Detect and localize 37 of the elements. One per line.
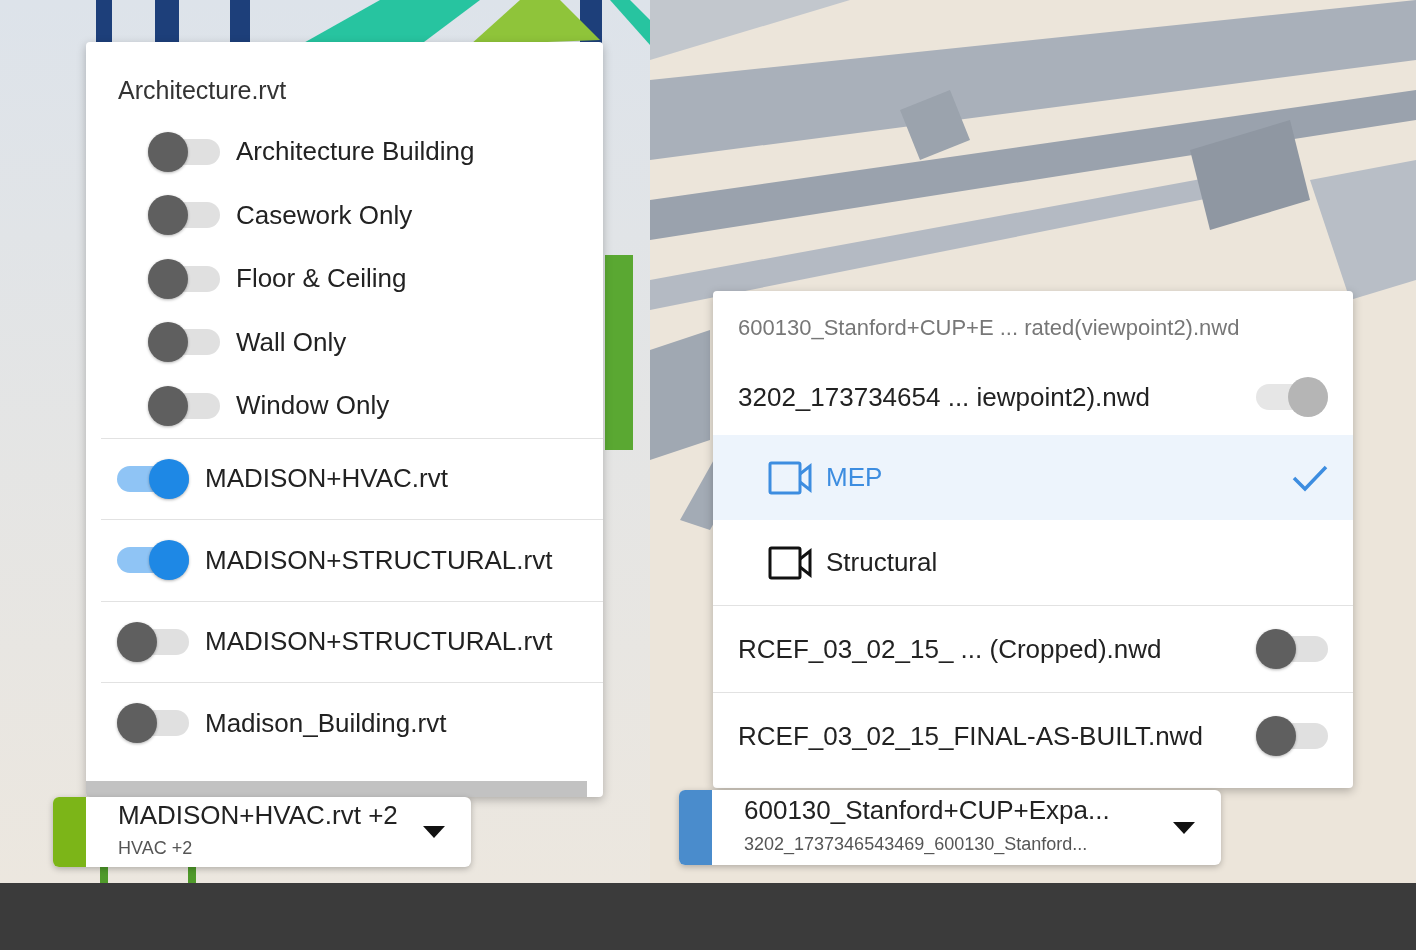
file-label: MADISON+HVAC.rvt bbox=[205, 462, 448, 496]
group-title: Architecture.rvt bbox=[117, 75, 288, 106]
scroll-bar[interactable] bbox=[86, 781, 587, 797]
layer-label: Window Only bbox=[236, 389, 390, 423]
toggle-switch[interactable] bbox=[117, 540, 189, 581]
selector-subtitle: 3202_1737346543469_600130_Stanford... bbox=[744, 832, 1089, 857]
file-label: MADISON+STRUCTURAL.rvt bbox=[205, 543, 553, 577]
layer-label: Architecture Building bbox=[236, 135, 475, 169]
layer-label: Casework Only bbox=[236, 198, 413, 232]
file-label: 3202_173734654 ... iewpoint2).nwd bbox=[738, 380, 1150, 414]
selector-title: MADISON+HVAC.rvt +2 bbox=[118, 801, 399, 830]
toggle-switch[interactable] bbox=[1256, 629, 1328, 669]
toggle-switch[interactable] bbox=[148, 385, 220, 426]
model-selector[interactable]: MADISON+HVAC.rvt +2 HVAC +2 bbox=[53, 797, 471, 867]
layer-label: Floor & Ceiling bbox=[236, 262, 407, 296]
toggle-switch[interactable] bbox=[117, 703, 189, 744]
toggle-switch[interactable] bbox=[148, 131, 220, 172]
selector-subtitle: HVAC +2 bbox=[118, 837, 194, 861]
layer-label: Wall Only bbox=[236, 325, 347, 359]
file-label: MADISON+STRUCTURAL.rvt bbox=[205, 625, 553, 659]
model-selector[interactable]: 600130_Stanford+CUP+Expa... 3202_1737346543469_600130_Stanford... bbox=[679, 790, 1221, 865]
checkmark-icon bbox=[1292, 463, 1328, 492]
toggle-switch[interactable] bbox=[117, 621, 189, 662]
caret-icon bbox=[1173, 821, 1195, 834]
caret-icon bbox=[423, 826, 445, 838]
toggle-switch[interactable] bbox=[117, 458, 189, 499]
toggle-switch[interactable] bbox=[148, 322, 220, 363]
file-label: RCEF_03_02_15_FINAL-AS-BUILT.nwd bbox=[738, 719, 1203, 753]
video-camera-icon bbox=[768, 459, 812, 496]
model-title: 600130_Stanford+CUP+E ... rated(viewpoint2).nwd bbox=[737, 314, 1241, 342]
toggle-switch[interactable] bbox=[1256, 716, 1328, 756]
file-label: Madison_Building.rvt bbox=[205, 706, 447, 740]
toggle-switch[interactable] bbox=[148, 195, 220, 236]
selector-title: 600130_Stanford+CUP+Expa... bbox=[744, 797, 1111, 825]
toggle-switch[interactable] bbox=[148, 258, 220, 299]
video-camera-icon bbox=[768, 544, 812, 581]
file-label: RCEF_03_02_15_ ... (Cropped).nwd bbox=[738, 632, 1162, 666]
